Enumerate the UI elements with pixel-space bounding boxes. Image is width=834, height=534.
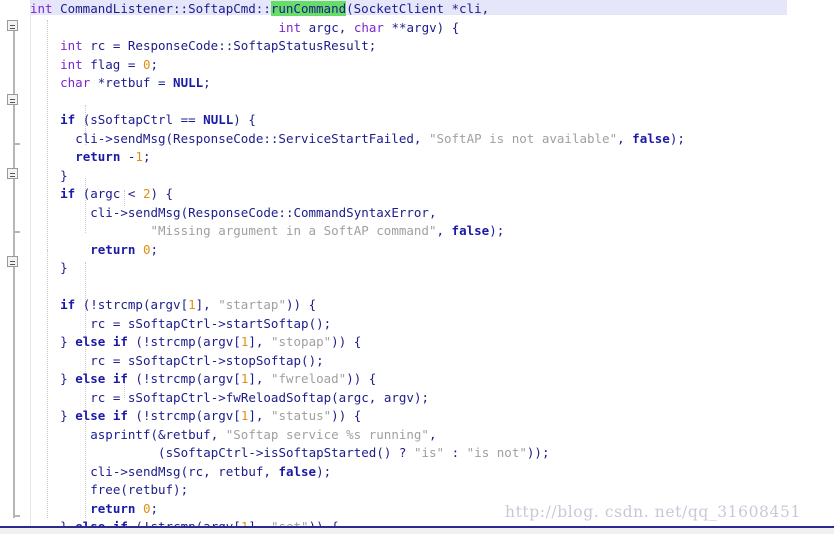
horizontal-scrollbar[interactable] xyxy=(0,526,834,534)
fold-end-line-34 xyxy=(13,515,20,517)
fold-marker-line-2[interactable] xyxy=(7,20,18,31)
code-line-2[interactable]: int argc, char **argv) { xyxy=(30,19,834,38)
fold-marker-line-17[interactable] xyxy=(7,256,18,267)
code-line-text: "Missing argument in a SoftAP command", … xyxy=(150,223,505,238)
watermark-text: http://blog. csdn. net/qq_31608451 xyxy=(505,503,801,521)
code-line-text: int argc, char **argv) { xyxy=(278,19,460,35)
code-line-text: char *retbuf = NULL; xyxy=(60,75,211,90)
code-line-4[interactable]: int flag = 0; xyxy=(30,56,834,75)
fold-end-line-10 xyxy=(13,143,20,145)
code-line-text: int rc = ResponseCode::SoftapStatusResul… xyxy=(60,38,377,53)
code-line-text: if (argc < 2) { xyxy=(60,186,174,201)
code-line-text: int CommandListener::SoftapCmd::runComma… xyxy=(30,1,490,16)
code-line-13[interactable]: "Missing argument in a SoftAP command", … xyxy=(30,222,834,241)
code-line-26[interactable]: cli->sendMsg(rc, retbuf, false); xyxy=(30,463,834,482)
code-line-text: if (sSoftapCtrl == NULL) { xyxy=(60,112,256,127)
code-line-5[interactable]: char *retbuf = NULL; xyxy=(30,74,834,93)
code-line-22[interactable]: rc = sSoftapCtrl->fwReloadSoftap(argc, a… xyxy=(30,389,834,408)
code-line-14[interactable]: return 0; xyxy=(30,241,834,260)
code-line-15[interactable]: } xyxy=(30,259,834,278)
code-line-text: return 0; xyxy=(90,241,158,257)
code-line-text: } xyxy=(60,260,68,275)
code-line-text: (sSoftapCtrl->isSoftapStarted() ? "is" :… xyxy=(158,445,550,460)
code-line-text: } else if (!strcmp(argv[1], "fwreload"))… xyxy=(60,371,377,386)
code-line-7[interactable]: if (sSoftapCtrl == NULL) { xyxy=(30,111,834,130)
code-line-text: return 0; xyxy=(90,500,158,516)
code-line-text: cli->sendMsg(rc, retbuf, false); xyxy=(90,463,332,479)
code-line-text: return -1; xyxy=(75,149,151,164)
code-line-16[interactable] xyxy=(30,278,834,297)
code-line-8[interactable]: cli->sendMsg(ResponseCode::ServiceStartF… xyxy=(30,130,834,149)
code-line-text: int flag = 0; xyxy=(60,56,158,72)
gutter-fold-column xyxy=(0,0,30,534)
editor-gutter[interactable] xyxy=(0,0,31,534)
code-line-25[interactable]: (sSoftapCtrl->isSoftapStarted() ? "is" :… xyxy=(30,444,834,463)
code-line-11[interactable]: if (argc < 2) { xyxy=(30,185,834,204)
code-line-10[interactable]: } xyxy=(30,167,834,186)
code-line-text: cli->sendMsg(ResponseCode::ServiceStartF… xyxy=(75,130,685,146)
code-line-27[interactable]: free(retbuf); xyxy=(30,481,834,500)
fold-marker-line-7[interactable] xyxy=(7,94,18,105)
code-line-18[interactable]: rc = sSoftapCtrl->startSoftap(); xyxy=(30,315,834,334)
fold-end-line-15 xyxy=(13,231,20,233)
code-line-text: } else if (!strcmp(argv[1], "status")) { xyxy=(60,408,362,423)
code-line-19[interactable]: } else if (!strcmp(argv[1], "stopap")) { xyxy=(30,333,834,352)
code-line-text: } xyxy=(60,167,68,183)
code-line-12[interactable]: cli->sendMsg(ResponseCode::CommandSyntax… xyxy=(30,204,834,223)
code-line-text: if (!strcmp(argv[1], "startap")) { xyxy=(60,297,317,312)
code-line-text: rc = sSoftapCtrl->startSoftap(); xyxy=(90,315,332,331)
code-line-text: rc = sSoftapCtrl->stopSoftap(); xyxy=(90,352,324,368)
code-content[interactable]: int CommandListener::SoftapCmd::runComma… xyxy=(30,0,834,534)
code-line-text: rc = sSoftapCtrl->fwReloadSoftap(argc, a… xyxy=(90,389,429,405)
code-line-3[interactable]: int rc = ResponseCode::SoftapStatusResul… xyxy=(30,37,834,56)
fold-marker-line-11[interactable] xyxy=(7,168,18,179)
code-line-6[interactable] xyxy=(30,93,834,112)
code-line-text: free(retbuf); xyxy=(90,482,189,497)
code-line-21[interactable]: } else if (!strcmp(argv[1], "fwreload"))… xyxy=(30,370,834,389)
code-line-text: cli->sendMsg(ResponseCode::CommandSyntax… xyxy=(90,204,437,220)
code-line-text: } else if (!strcmp(argv[1], "stopap")) { xyxy=(60,334,362,349)
code-line-24[interactable]: asprintf(&retbuf, "Softap service %s run… xyxy=(30,426,834,445)
code-line-20[interactable]: rc = sSoftapCtrl->stopSoftap(); xyxy=(30,352,834,371)
code-line-9[interactable]: return -1; xyxy=(30,148,834,167)
code-editor-view[interactable]: int CommandListener::SoftapCmd::runComma… xyxy=(0,0,834,534)
code-line-17[interactable]: if (!strcmp(argv[1], "startap")) { xyxy=(30,296,834,315)
code-line-23[interactable]: } else if (!strcmp(argv[1], "status")) { xyxy=(30,407,834,426)
code-line-text: asprintf(&retbuf, "Softap service %s run… xyxy=(90,426,437,442)
